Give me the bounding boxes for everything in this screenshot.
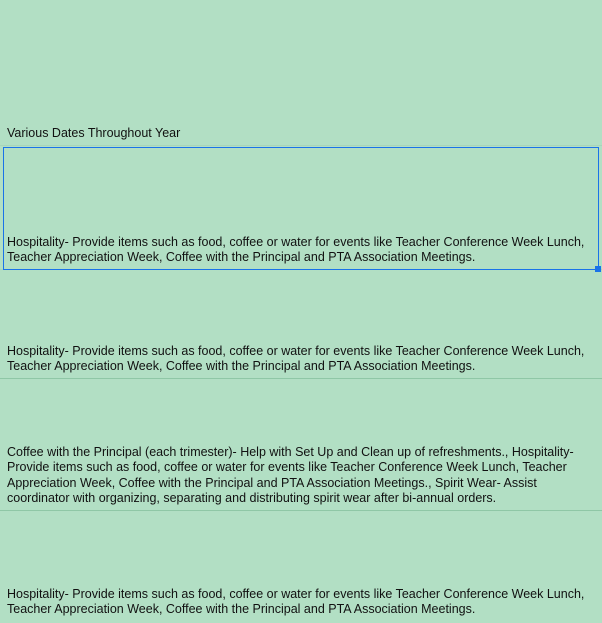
table-row[interactable]: Hospitality- Provide items such as food,… (0, 146, 602, 270)
table-row[interactable]: Various Dates Throughout Year (0, 0, 602, 146)
table-row[interactable]: Hospitality- Provide items such as food,… (0, 511, 602, 621)
spreadsheet-column: Various Dates Throughout Year Hospitalit… (0, 0, 602, 623)
table-row[interactable]: Hospitality- Provide items such as food,… (0, 270, 602, 379)
cell-text: Various Dates Throughout Year (7, 126, 595, 142)
table-row[interactable]: Coffee with the Principal (each trimeste… (0, 379, 602, 511)
cell-text: Hospitality- Provide items such as food,… (7, 587, 595, 618)
cell-text: Coffee with the Principal (each trimeste… (7, 445, 595, 508)
cell-text: Hospitality- Provide items such as food,… (7, 235, 595, 266)
cell-text: Hospitality- Provide items such as food,… (7, 344, 595, 375)
